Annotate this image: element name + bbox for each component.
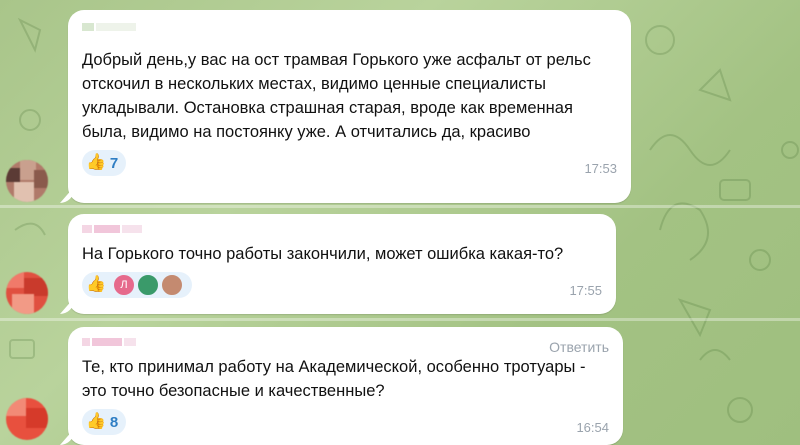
sender-name-redacted <box>82 222 602 236</box>
reaction-like[interactable]: 👍 Л <box>82 272 192 298</box>
reaction-like[interactable]: 👍 7 <box>82 150 127 176</box>
message-time: 17:53 <box>584 161 617 176</box>
message-text: Те, кто принимал работу на Академической… <box>82 358 591 400</box>
message-time: 17:55 <box>569 283 602 298</box>
message-bubble[interactable]: Ответить Те, кто принимал работу на Акад… <box>68 327 623 445</box>
sender-name-redacted <box>82 20 617 34</box>
avatar[interactable] <box>6 160 48 202</box>
reactor-avatar <box>159 273 184 297</box>
message-bubble[interactable]: Добрый день,у вас на ост трамвая Горьког… <box>68 10 631 203</box>
separator <box>0 205 800 208</box>
reaction-count: 8 <box>109 413 119 431</box>
thumbs-up-icon: 👍 <box>86 413 106 430</box>
thumbs-up-icon: 👍 <box>86 154 106 171</box>
thumbs-up-icon: 👍 <box>86 276 106 293</box>
avatar[interactable] <box>6 398 48 440</box>
reactor-avatar <box>135 273 160 297</box>
message-time: 16:54 <box>576 420 609 435</box>
reaction-count: 7 <box>109 154 119 172</box>
message-text: Добрый день,у вас на ост трамвая Горьког… <box>82 51 596 141</box>
avatar[interactable] <box>6 272 48 314</box>
message-bubble[interactable]: На Горького точно работы закончили, може… <box>68 214 616 314</box>
reaction-like[interactable]: 👍 8 <box>82 409 127 435</box>
message-text: На Горького точно работы закончили, може… <box>82 245 564 263</box>
sender-name-redacted <box>82 335 609 349</box>
reactor-avatar: Л <box>111 273 136 297</box>
separator <box>0 318 800 321</box>
reply-button[interactable]: Ответить <box>549 339 609 355</box>
